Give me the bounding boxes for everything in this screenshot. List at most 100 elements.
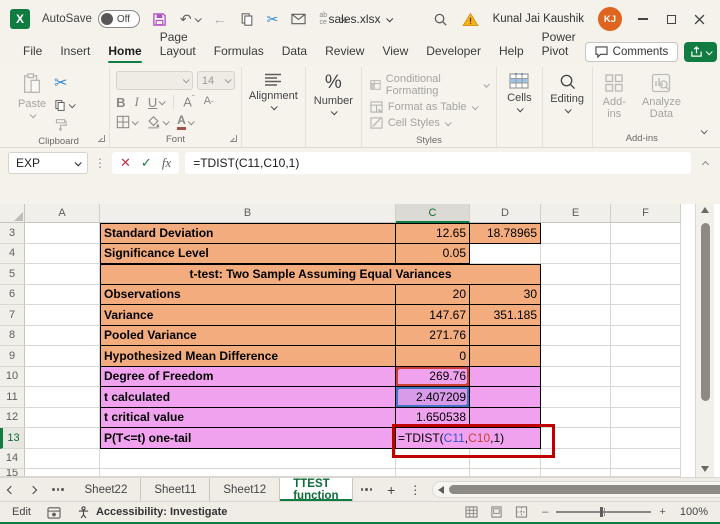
tab-developer[interactable]: Developer [417,40,490,64]
shrink-font-button[interactable]: Aˇ [204,95,214,109]
cell-A9[interactable] [25,346,100,367]
next-sheet-icon[interactable] [22,478,44,501]
row-header-7[interactable]: 7 [0,305,25,326]
cell-F15[interactable] [611,469,681,477]
cell-E5[interactable] [541,264,611,285]
row-header-3[interactable]: 3 [0,223,25,244]
sheet-tab-sheet11[interactable]: Sheet11 [141,478,210,501]
vertical-scroll-thumb[interactable] [701,223,710,401]
excel-logo-icon[interactable]: X [10,9,30,29]
cell-A10[interactable] [25,367,100,388]
font-dialog-launcher-icon[interactable] [230,135,237,142]
row-header-12[interactable]: 12 [0,408,25,429]
cell-E6[interactable] [541,285,611,306]
cell-D8[interactable] [470,326,541,347]
row-header-10[interactable]: 10 [0,367,25,388]
scroll-down-icon[interactable] [701,466,709,472]
copy-icon[interactable] [54,99,74,112]
tab-view[interactable]: View [373,40,417,64]
normal-view-icon[interactable] [465,506,478,518]
zoom-slider[interactable] [556,511,651,513]
column-header-E[interactable]: E [541,204,611,223]
alignment-button[interactable]: Alignment [243,69,304,114]
cell-E10[interactable] [541,367,611,388]
clipboard-dialog-launcher-icon[interactable] [98,135,105,142]
cell-A8[interactable] [25,326,100,347]
tab-file[interactable]: File [14,40,51,64]
replace-icon[interactable]: abce [319,12,327,26]
cell-F6[interactable] [611,285,681,306]
cell-C7[interactable]: 147.67 [396,305,470,326]
cell-F9[interactable] [611,346,681,367]
vertical-scrollbar[interactable] [695,204,714,477]
warning-icon[interactable] [462,12,479,27]
sheet-tab-sheet22[interactable]: Sheet22 [72,478,142,501]
zoom-in-icon[interactable]: + [659,506,665,518]
row-header-11[interactable]: 11 [0,387,25,408]
cell-F8[interactable] [611,326,681,347]
cell-A14[interactable] [25,449,100,470]
collapse-ribbon-icon[interactable] [691,121,716,147]
underline-button[interactable]: U [148,95,164,110]
tab-insert[interactable]: Insert [51,40,99,64]
cell-F10[interactable] [611,367,681,388]
cell-C6[interactable]: 20 [396,285,470,306]
paste-button[interactable]: Paste [12,69,52,122]
cell-D7[interactable]: 351.185 [470,305,541,326]
analyze-data-button[interactable]: AnalyzeData [636,69,687,124]
cells-button[interactable]: Cells [501,69,537,116]
tab-formulas[interactable]: Formulas [205,40,273,64]
cell-styles-button[interactable]: Cell Styles [370,117,488,129]
cell-B11[interactable]: t calculated [100,387,396,408]
grow-font-button[interactable]: Aˆ [183,94,194,109]
cell-B3[interactable]: Standard Deviation [100,223,396,244]
cell-B10[interactable]: Degree of Freedom [100,367,396,388]
cell-C15[interactable] [396,469,470,477]
borders-icon[interactable] [116,115,137,129]
cell-E7[interactable] [541,305,611,326]
row-header-9[interactable]: 9 [0,346,25,367]
addins-button[interactable]: Add-ins [597,69,632,124]
copy-icon[interactable] [240,12,254,27]
cell-A4[interactable] [25,244,100,265]
more-sheets-right-icon[interactable] [353,478,381,501]
cut-icon[interactable]: ✂ [267,11,279,28]
cell-E15[interactable] [541,469,611,477]
cell-B9[interactable]: Hypothesized Mean Difference [100,346,396,367]
cell-C9[interactable]: 0 [396,346,470,367]
row-header-15[interactable]: 15 [0,469,25,477]
tab-help[interactable]: Help [490,40,533,64]
horizontal-scrollbar[interactable] [432,481,720,498]
cell-A12[interactable] [25,408,100,429]
cell-A13[interactable] [25,428,100,449]
cell-B13[interactable]: P(T<=t) one-tail [100,428,396,449]
cell-B8[interactable]: Pooled Variance [100,326,396,347]
row-header-6[interactable]: 6 [0,285,25,306]
column-header-F[interactable]: F [611,204,681,223]
italic-button[interactable]: I [135,94,139,110]
formula-input[interactable]: =TDIST(C11,C10,1) [185,152,691,174]
zoom-out-icon[interactable]: – [542,506,548,518]
tab-home[interactable]: Home [99,40,150,64]
cell-D15[interactable] [470,469,541,477]
cell-F12[interactable] [611,408,681,429]
cell-A6[interactable] [25,285,100,306]
avatar[interactable]: KJ [598,7,622,31]
search-icon[interactable] [433,12,448,27]
format-as-table-button[interactable]: Format as Table [370,101,488,113]
cut-icon[interactable]: ✂ [54,73,74,93]
macro-record-icon[interactable] [47,506,61,519]
conditional-formatting-button[interactable]: Conditional Formatting [370,73,488,97]
cell-F7[interactable] [611,305,681,326]
sheet-tab-sheet12[interactable]: Sheet12 [210,478,280,501]
more-sheets-left-icon[interactable] [44,478,72,501]
cell-C8[interactable]: 271.76 [396,326,470,347]
cell-A11[interactable] [25,387,100,408]
new-sheet-icon[interactable]: + [380,478,402,501]
cell-D11[interactable] [470,387,541,408]
cell-A7[interactable] [25,305,100,326]
cell-A3[interactable] [25,223,100,244]
format-painter-icon[interactable] [54,118,74,131]
autosave-toggle[interactable]: Off [98,10,140,28]
cell-B5-merged[interactable]: t-test: Two Sample Assuming Equal Varian… [100,264,541,285]
